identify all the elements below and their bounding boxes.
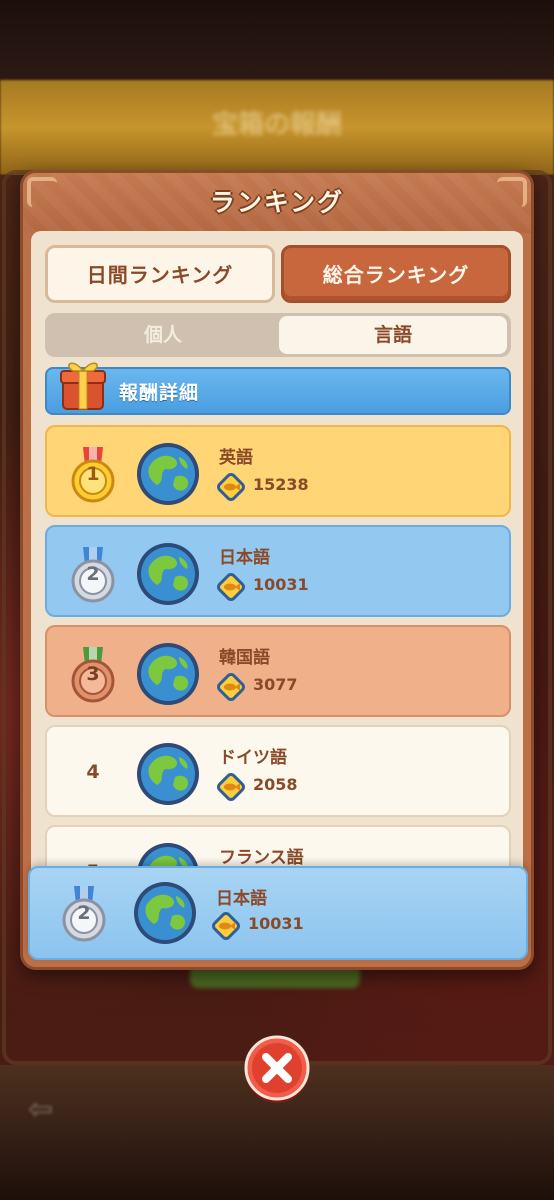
fish-coin-icon — [217, 773, 245, 801]
ranking-row: 4 ドイツ語 2058 — [45, 725, 511, 817]
segmented-control: 個人 言語 — [45, 313, 511, 357]
score-value: 3077 — [253, 675, 298, 694]
language-name: ドイツ語 — [219, 748, 287, 768]
rank-number: 4 — [86, 761, 100, 783]
tab-daily-ranking[interactable]: 日間ランキング — [45, 245, 275, 303]
rank-number: 2 — [86, 563, 100, 585]
modal-header: ランキング — [23, 173, 531, 233]
modal-title: ランキング — [209, 188, 345, 217]
back-arrow-icon: ⇦ — [28, 1092, 54, 1127]
globe-icon — [137, 543, 199, 605]
my-ranking-row: 2 日本語 10031 — [28, 866, 528, 960]
rank-number: 3 — [86, 663, 100, 685]
ranking-row: 2 日本語 10031 — [45, 525, 511, 617]
globe-icon — [137, 643, 199, 705]
language-name: 韓国語 — [219, 648, 270, 668]
segment-individual[interactable]: 個人 — [49, 316, 277, 354]
globe-icon — [137, 743, 199, 805]
ranking-row: 1 英語 15238 — [45, 425, 511, 517]
score-value: 15238 — [253, 475, 309, 494]
fish-coin-icon — [217, 573, 245, 601]
score-value: 10031 — [248, 914, 304, 933]
language-name: 英語 — [219, 448, 253, 468]
language-name: 日本語 — [216, 889, 267, 909]
tab-overall-ranking[interactable]: 総合ランキング — [281, 245, 511, 303]
fish-coin-icon — [217, 673, 245, 701]
ranking-list[interactable]: 1英語152382日本語100313韓国語30774ドイツ語20585フランス語 — [45, 425, 511, 901]
rank-number: 1 — [86, 463, 100, 485]
gift-box-icon — [60, 362, 106, 410]
background-banner-title: 宝箱の報酬 — [211, 110, 342, 140]
close-icon[interactable] — [242, 1034, 312, 1104]
score-value: 2058 — [253, 775, 298, 794]
modal-body: 日間ランキング 総合ランキング 個人 言語 報酬詳細 1 英語 15238 2 日本語 1… — [31, 231, 523, 903]
reward-details-label: 報酬詳細 — [119, 382, 200, 404]
fish-coin-icon — [217, 473, 245, 501]
language-name: フランス語 — [219, 848, 304, 868]
ranking-row: 3 韓国語 3077 — [45, 625, 511, 717]
globe-icon — [134, 882, 196, 944]
globe-icon — [137, 443, 199, 505]
language-name: 日本語 — [219, 548, 270, 568]
reward-details-button[interactable]: 報酬詳細 — [45, 362, 511, 415]
fish-coin-icon — [212, 912, 240, 940]
ranking-modal: ランキング 日間ランキング 総合ランキング 個人 言語 報酬詳細 1 英語 1523… — [20, 170, 534, 970]
background-top — [0, 0, 554, 80]
segment-language[interactable]: 言語 — [279, 316, 507, 354]
rank-number: 2 — [77, 902, 91, 924]
score-value: 10031 — [253, 575, 309, 594]
